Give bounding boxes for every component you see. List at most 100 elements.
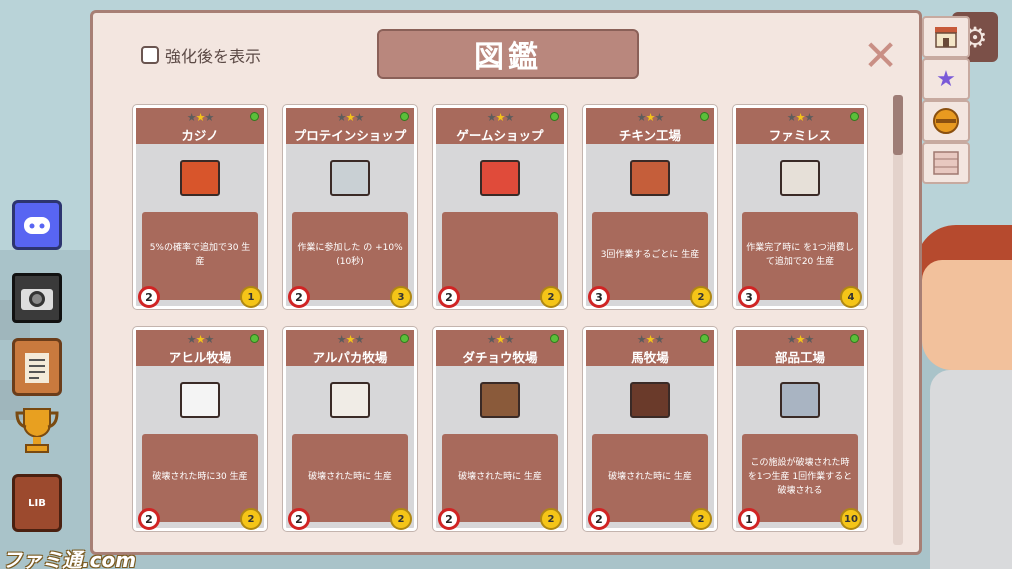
cost-value: 1: [247, 291, 255, 303]
card-header: ★★★ 馬牧場: [586, 330, 714, 366]
card-description: 5%の確率で追加で30 生産: [142, 212, 258, 300]
camera-icon: [21, 289, 53, 310]
clipboard-button[interactable]: [12, 338, 62, 396]
owned-indicator-icon: [850, 112, 859, 121]
cost-value: 3: [397, 291, 405, 303]
coin-cost-icon: 2: [690, 286, 712, 308]
facility-card[interactable]: ★★★ ダチョウ牧場破壊された時に 生産 2 2: [433, 327, 567, 531]
card-description-text: 3回作業するごとに 生産: [600, 250, 700, 261]
facility-card[interactable]: ★★★ 馬牧場破壊された時に 生産 2 2: [583, 327, 717, 531]
scrollbar-thumb[interactable]: [893, 95, 903, 155]
rarity-stars: ★★★: [786, 333, 815, 346]
card-description: 破壊された時に 生産: [442, 434, 558, 522]
card-description: 破壊された時に30 生産: [142, 434, 258, 522]
coin-cost-icon: 2: [540, 286, 562, 308]
owned-indicator-icon: [400, 112, 409, 121]
rarity-stars: ★★★: [486, 111, 515, 124]
work-count: 2: [595, 512, 603, 526]
facility-card[interactable]: ★★★ カジノ 5%の確率で追加で30 生産 2 1: [133, 105, 267, 309]
card-description: 破壊された時に 生産: [592, 434, 708, 522]
rarity-stars: ★★★: [336, 111, 365, 124]
card-name: ダチョウ牧場: [462, 350, 538, 365]
owned-indicator-icon: [550, 334, 559, 343]
card-description-text: 作業に参加した の +10%(10秒): [297, 243, 403, 267]
show-upgraded-toggle[interactable]: 強化後を表示: [141, 43, 261, 67]
tab-wall[interactable]: [922, 142, 970, 184]
owned-indicator-icon: [700, 112, 709, 121]
card-header: ★★★ チキン工場: [586, 108, 714, 144]
rarity-stars: ★★★: [636, 333, 665, 346]
facility-card[interactable]: ★★★ プロテインショップ作業に参加した の +10%(10秒) 2 3: [283, 105, 417, 309]
discord-button[interactable]: [12, 200, 62, 250]
rarity-stars: ★★★: [336, 333, 365, 346]
facility-icon: [480, 160, 520, 196]
owned-indicator-icon: [700, 334, 709, 343]
card-description: 作業完了時に を1つ消費して追加で20 生産: [742, 212, 858, 300]
card-description: 作業に参加した の +10%(10秒): [292, 212, 408, 300]
tab-coin[interactable]: [922, 100, 970, 142]
owned-indicator-icon: [850, 334, 859, 343]
panel-title: 図鑑: [377, 29, 639, 79]
show-upgraded-checkbox[interactable]: [141, 46, 159, 64]
coin-icon: [933, 108, 959, 134]
scrollbar[interactable]: [893, 95, 903, 545]
facility-card[interactable]: ★★★ アヒル牧場 破壊された時に30 生産 2 2: [133, 327, 267, 531]
facility-icon: [630, 160, 670, 196]
rarity-stars: ★★★: [186, 111, 215, 124]
camera-button[interactable]: [12, 273, 62, 323]
work-count: 3: [745, 290, 753, 304]
facility-card[interactable]: ★★★ チキン工場 3回作業するごとに 生産 3 2: [583, 105, 717, 309]
facility-icon: [480, 382, 520, 418]
work-count: 2: [295, 512, 303, 526]
book-label: LIB: [28, 497, 46, 509]
card-header: ★★★ アヒル牧場: [136, 330, 264, 366]
trophy-button[interactable]: [12, 405, 62, 455]
show-upgraded-label: 強化後を表示: [165, 47, 262, 66]
shop-icon: [935, 27, 957, 48]
alarm-clock-icon: 2: [438, 508, 460, 530]
work-count: 2: [295, 290, 303, 304]
alarm-clock-icon: 3: [738, 286, 760, 308]
card-description-text: 5%の確率で追加で30 生産: [149, 243, 251, 267]
discord-icon: [24, 217, 50, 234]
facility-icon: [180, 160, 220, 196]
encyclopedia-panel: 強化後を表示 図鑑 ✕ ★★★ カジノ 5%の確率で追加で30 生産 2 1 ★★★ プロテ…: [90, 10, 922, 555]
alarm-clock-icon: 2: [438, 286, 460, 308]
card-name: カジノ: [181, 128, 219, 143]
rarity-stars: ★★★: [486, 333, 515, 346]
card-header: ★★★ プロテインショップ: [286, 108, 414, 144]
library-book-button[interactable]: LIB: [12, 474, 62, 532]
alarm-clock-icon: 2: [138, 286, 160, 308]
card-header: ★★★ ダチョウ牧場: [436, 330, 564, 366]
tab-shop[interactable]: [922, 16, 970, 58]
cost-value: 10: [844, 513, 858, 525]
star-icon: ★: [936, 66, 956, 92]
card-name: アルパカ牧場: [312, 350, 388, 365]
close-icon[interactable]: ✕: [863, 35, 898, 77]
coin-cost-icon: 2: [390, 508, 412, 530]
facility-icon: [330, 382, 370, 418]
card-header: ★★★ 部品工場: [736, 330, 864, 366]
alarm-clock-icon: 2: [588, 508, 610, 530]
coin-cost-icon: 2: [690, 508, 712, 530]
owned-indicator-icon: [250, 334, 259, 343]
card-header: ★★★ ゲームショップ: [436, 108, 564, 144]
coin-cost-icon: 4: [840, 286, 862, 308]
card-description: [442, 212, 558, 300]
coin-cost-icon: 3: [390, 286, 412, 308]
facility-card[interactable]: ★★★ ファミレス作業完了時に を1つ消費して追加で20 生産 3 4: [733, 105, 867, 309]
card-name: ゲームショップ: [456, 128, 544, 143]
card-description-text: 破壊された時に 生産: [608, 472, 692, 483]
tab-star[interactable]: ★: [922, 58, 970, 100]
facility-card[interactable]: ★★★ 部品工場 この施設が破壊された時 を1つ生産 1回作業すると破壊される 1 10: [733, 327, 867, 531]
facility-card[interactable]: ★★★ ゲームショップ 2 2: [433, 105, 567, 309]
character-face: [922, 260, 1012, 370]
facility-card[interactable]: ★★★ アルパカ牧場 破壊された時に 生産 2 2: [283, 327, 417, 531]
work-count: 3: [595, 290, 603, 304]
owned-indicator-icon: [550, 112, 559, 121]
coin-cost-icon: 2: [540, 508, 562, 530]
rarity-stars: ★★★: [186, 333, 215, 346]
card-header: ★★★ ファミレス: [736, 108, 864, 144]
brick-wall-icon: [933, 151, 959, 175]
cost-value: 2: [397, 513, 405, 525]
